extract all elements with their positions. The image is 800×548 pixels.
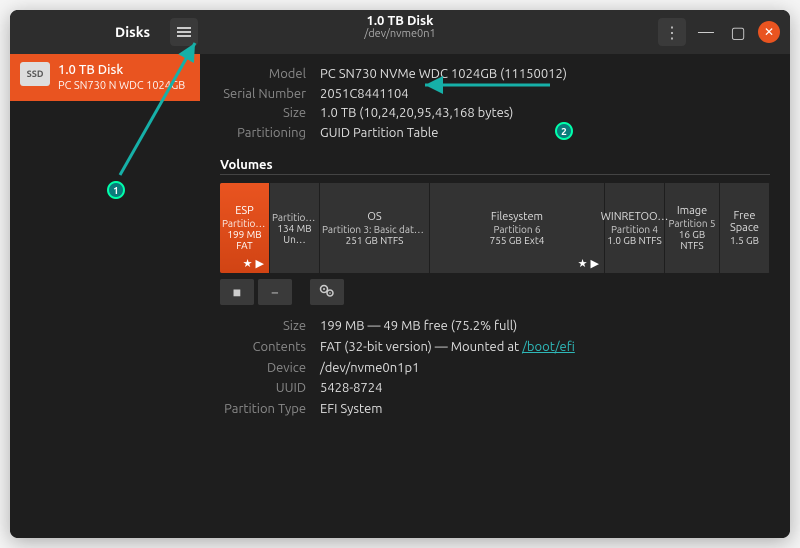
partition-uuid-value: 5428-8724 [320,378,382,399]
window-title: 1.0 TB Disk /dev/nvme0n1 [364,14,435,40]
volume-size: 1.0 GB NTFS [607,235,662,246]
volume-free-space[interactable]: Free Space 1.5 GB [720,183,770,273]
stop-icon: ■ [233,284,241,300]
volume-size: 755 GB Ext4 [490,235,545,246]
partition-device-value: /dev/nvme0n1p1 [320,358,419,379]
star-icon: ★ [243,257,253,270]
volume-name: Image [677,205,707,217]
volumes-bar: ESP Partition 1... 199 MB FAT ★▶ Partiti… [220,183,770,273]
volume-name: Filesystem [491,211,543,223]
volume-sub: Partition 5 [668,218,715,229]
minimize-icon: — [698,23,714,41]
delete-partition-button[interactable]: − [258,279,292,305]
minus-icon: − [271,284,279,300]
gears-icon [319,284,335,301]
disk-path: /dev/nvme0n1 [364,28,435,40]
volume-size: 251 GB NTFS [346,235,404,246]
volume-size: 1.5 GB [730,235,759,246]
maximize-button[interactable]: ▢ [726,20,750,44]
volume-os[interactable]: OS Partition 3: Basic data … 251 GB NTFS [320,183,430,273]
volume-winretools[interactable]: WINRETOO… Partition 4 1.0 GB NTFS [605,183,665,273]
annotation-arrow-1 [110,35,230,185]
volume-image[interactable]: Image Partition 5 16 GB NTFS [665,183,720,273]
volume-filesystem[interactable]: Filesystem Partition 6 755 GB Ext4 ★▶ [430,183,605,273]
mount-link[interactable]: /boot/efi [522,340,575,354]
kebab-icon: ⋮ [664,23,680,42]
volume-name: ESP [235,205,254,217]
size-label: Size [220,104,320,124]
play-icon: ▶ [256,257,264,270]
volume-name: OS [367,211,381,223]
volume-sub: Partition 6 [493,224,540,235]
partition-size-value: 199 MB — 49 MB free (75.2% full) [320,316,517,337]
model-label: Model [220,65,320,85]
partition-uuid-label: UUID [220,378,320,399]
volume-size: 134 MB Un… [272,223,317,245]
partition-type-label: Partition Type [220,399,320,420]
partition-device-label: Device [220,358,320,379]
partition-contents-label: Contents [220,337,320,358]
maximize-icon: ▢ [730,23,745,42]
volume-sub: Partition 4 [611,224,658,235]
volume-sub: Partition 2… [272,212,317,223]
volume-esp[interactable]: ESP Partition 1... 199 MB FAT ★▶ [220,183,270,273]
annotation-badge-2: 2 [555,122,573,140]
drive-options-button[interactable]: ⋮ [658,18,686,46]
partitioning-label: Partitioning [220,124,320,144]
close-icon: ✕ [764,25,774,39]
annotation-badge-1: 1 [107,181,125,199]
annotation-arrow-2 [420,75,560,95]
star-icon: ★ [578,257,588,270]
minimize-button[interactable]: — [694,20,718,44]
size-value: 1.0 TB (10,24,20,95,43,168 bytes) [320,104,513,124]
partition-size-label: Size [220,316,320,337]
serial-label: Serial Number [220,85,320,105]
ssd-icon: SSD [20,62,50,86]
volume-name: WINRETOO… [601,211,669,223]
volume-partition2[interactable]: Partition 2… 134 MB Un… [270,183,320,273]
partition-type-value: EFI System [320,399,382,420]
partitioning-value: GUID Partition Table [320,124,438,144]
close-button[interactable]: ✕ [758,21,780,43]
serial-value: 2051C8441104 [320,85,409,105]
unmount-button[interactable]: ■ [220,279,254,305]
volumes-header: Volumes [220,158,770,175]
volume-name: Free Space [722,210,767,234]
disk-title: 1.0 TB Disk [364,14,435,28]
play-icon: ▶ [591,257,599,270]
volume-size: 16 GB NTFS [667,229,717,251]
volume-sub: Partition 1... [222,218,267,229]
volume-sub: Partition 3: Basic data … [322,224,427,235]
volume-size: 199 MB FAT [222,229,267,251]
partition-contents-value: FAT (32-bit version) — Mounted at [320,340,522,354]
partition-options-button[interactable] [310,279,344,305]
